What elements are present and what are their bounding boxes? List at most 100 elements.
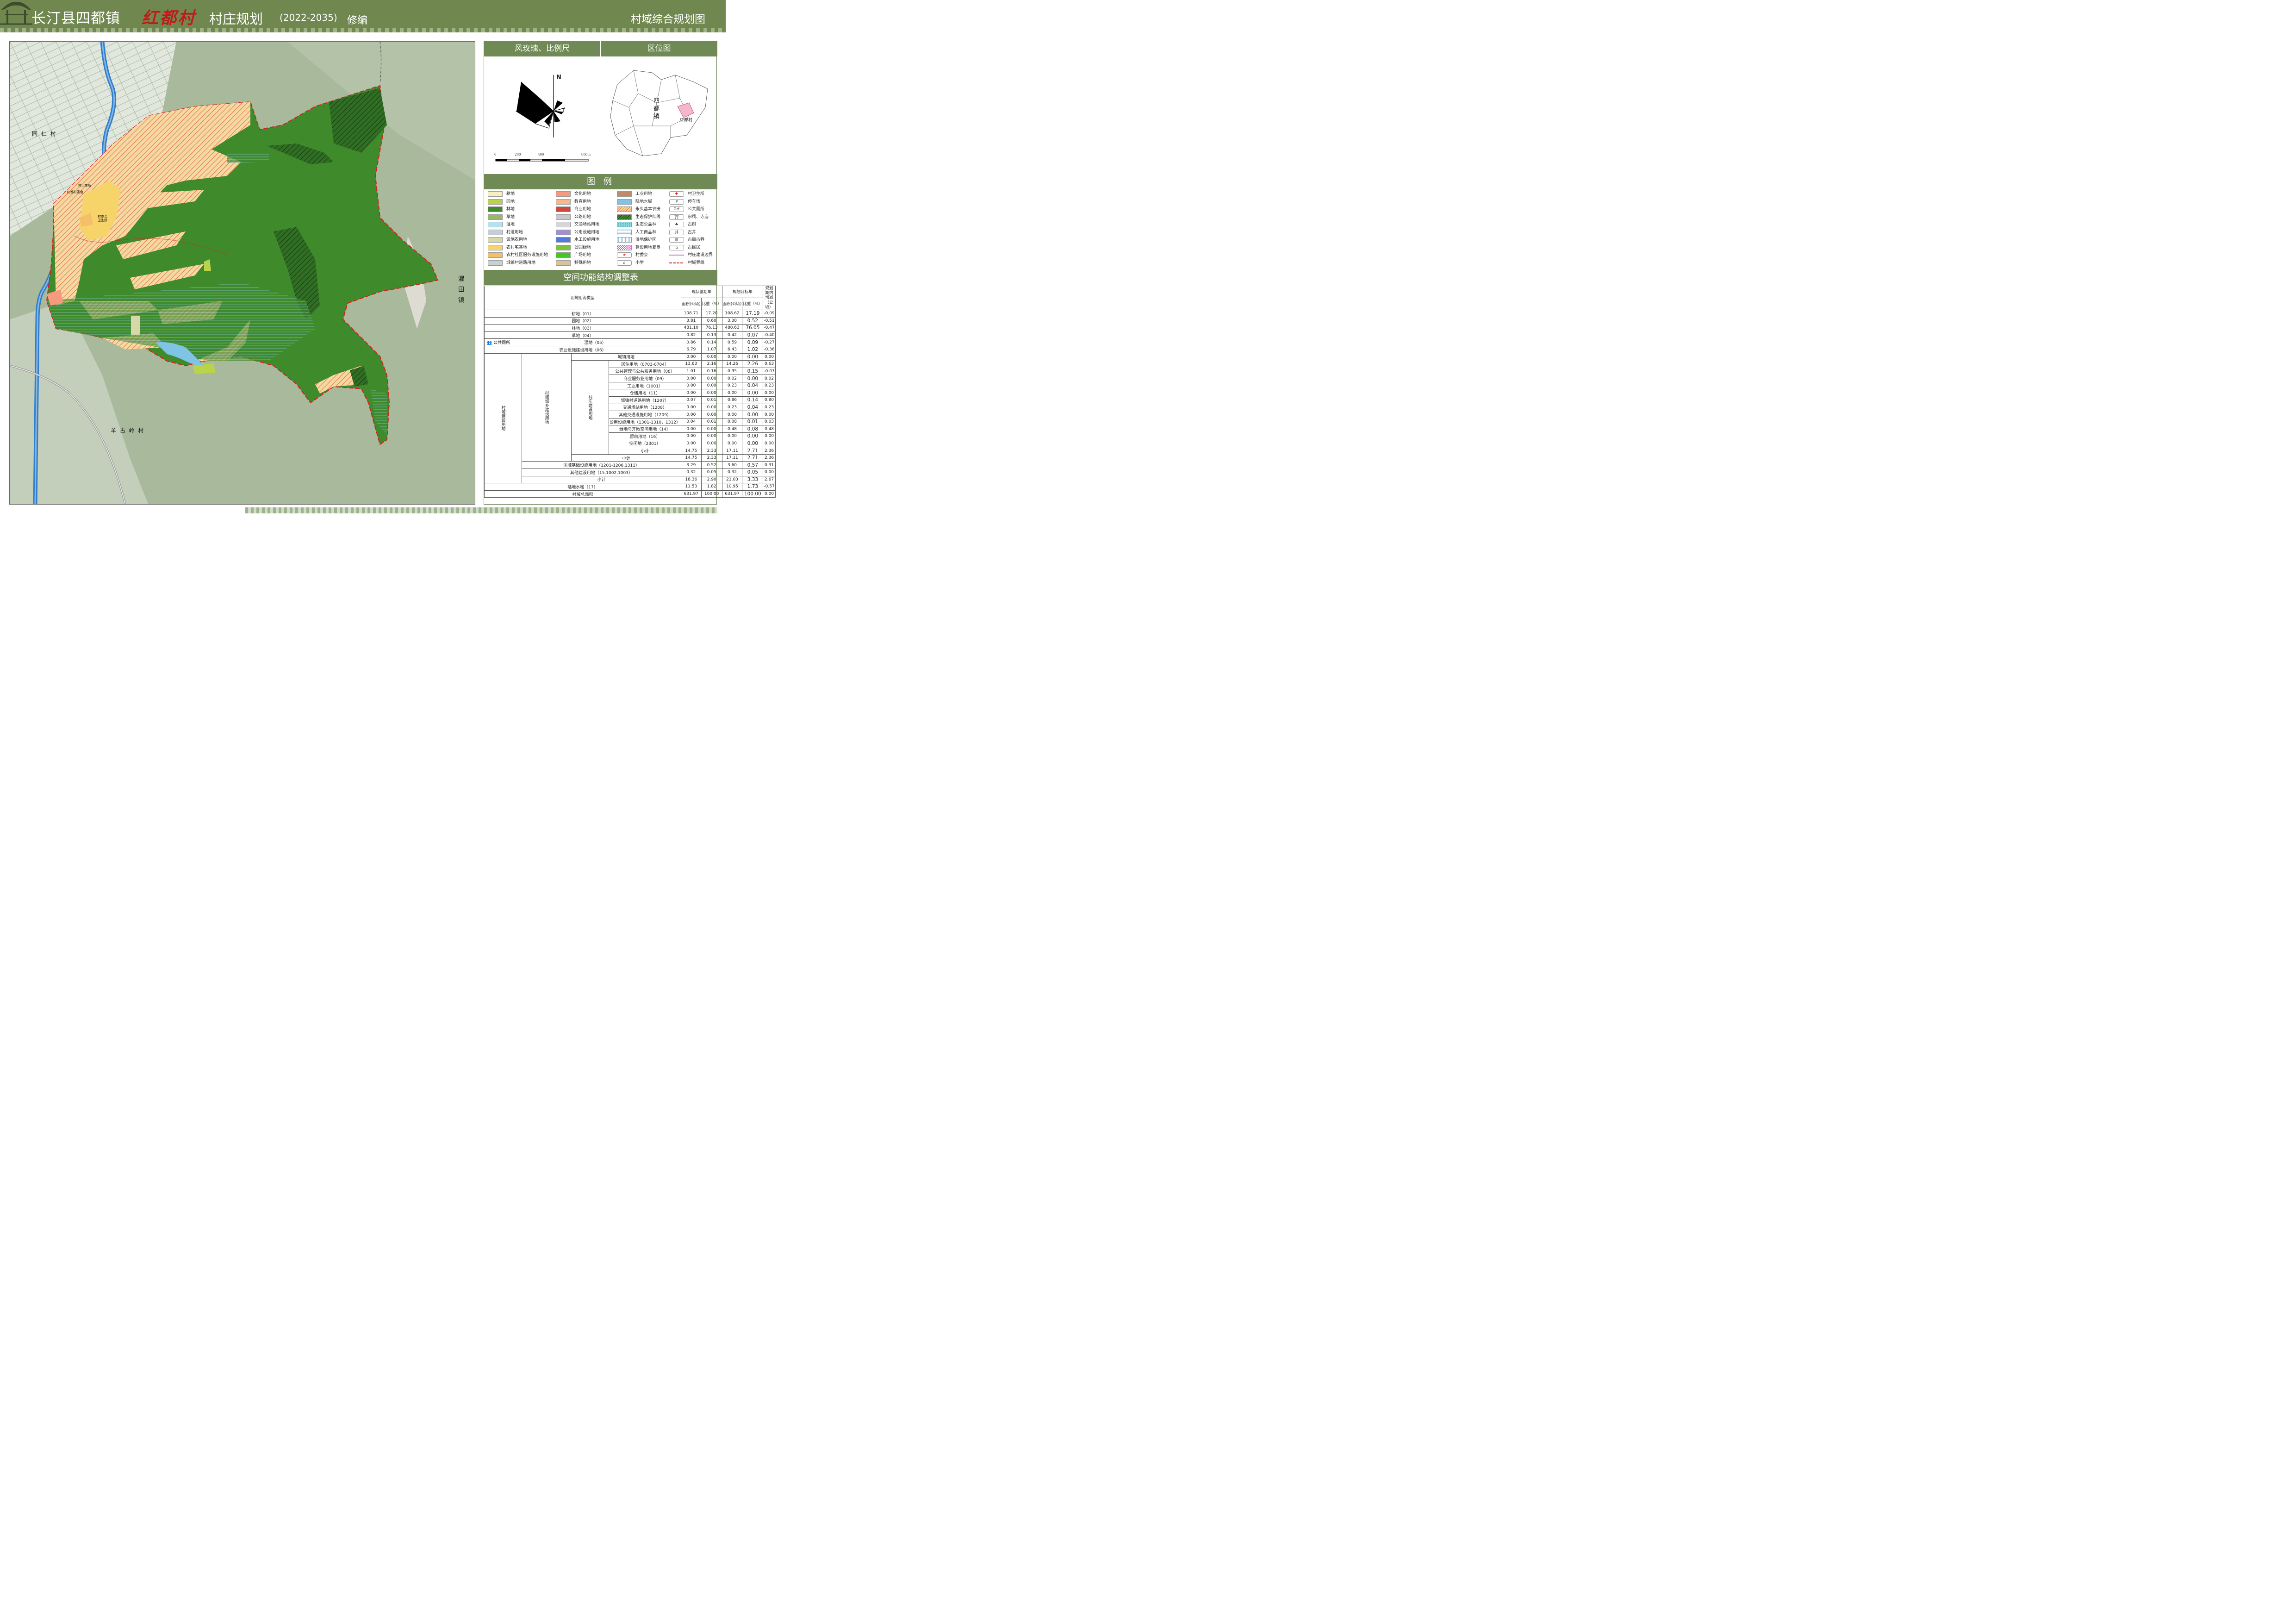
table-cell: 0.00 — [701, 411, 722, 418]
legend-icon-house-icon: ⌂ — [669, 244, 684, 250]
legend-label: 广场用地 — [574, 253, 591, 257]
north-label: N — [556, 74, 561, 81]
table-cell: 0.07 — [742, 331, 764, 339]
legend-label: 陆地水域 — [635, 199, 653, 204]
table-cell: -0.57 — [763, 483, 776, 491]
legend-swatch — [617, 244, 632, 250]
legend-label: 公园绿地 — [574, 245, 591, 250]
col-area-base: 面积(公顷) — [680, 297, 702, 310]
table-cell: 0.00 — [763, 432, 776, 440]
legend-swatch — [617, 191, 632, 197]
table-cell: 3.29 — [680, 461, 702, 469]
table-cell: 0.00 — [680, 375, 702, 382]
row-label: 城镇村道路用地（1207） — [609, 396, 681, 404]
table-cell: 0.23 — [763, 381, 776, 390]
table-cell: 14.75 — [680, 447, 702, 455]
legend-label: 村庄建设边界 — [688, 253, 713, 257]
row-label: 区域基础设施用地（1201-1206,1311） — [522, 461, 681, 469]
legend-label: 建设用地复垦 — [635, 245, 661, 250]
legend-swatch — [556, 229, 571, 235]
col-base: 现状基期年 — [680, 286, 722, 298]
scale-tick-800: 800m — [581, 153, 591, 156]
table-row: 耕地（01） 108.71 17.20 108.62 17.19 -0.09 — [484, 309, 776, 318]
table-cell: 0.32 — [722, 468, 743, 476]
row-label: 其他建设用地（15,1002,1003） — [522, 468, 681, 476]
table-cell: 0.14 — [742, 396, 764, 404]
table-cell: 6.79 — [680, 345, 702, 354]
table-cell: 0.42 — [722, 331, 743, 339]
legend-label: 文化用地 — [574, 192, 591, 196]
table-cell: -0.47 — [763, 324, 776, 332]
table-cell: 14.75 — [680, 454, 702, 462]
table-cell: 0.60 — [701, 317, 722, 325]
row-label: 小计 — [522, 475, 681, 484]
table-cell: 0.08 — [722, 418, 743, 426]
table-cell: 100.00 — [742, 490, 764, 498]
poi-label-clinic: 村卫生所 — [78, 184, 91, 187]
table-cell: 6.43 — [722, 345, 743, 354]
table-cell: 1.07 — [701, 345, 722, 354]
table-row: 区域基础设施用地（1201-1206,1311） 3.29 0.52 3.60 0.57… — [485, 461, 776, 469]
legend-label: 水工设施用地 — [574, 237, 600, 242]
legend-label: 湿地 — [506, 222, 515, 227]
table-cell: 0.86 — [680, 338, 702, 346]
table-cell: 76.05 — [742, 324, 764, 332]
table-cell: 0.04 — [742, 403, 764, 412]
location-title: 区位图 — [601, 41, 717, 56]
table-row: 农业设施建设用地（06） 6.79 1.07 6.43 1.02 -0.36 — [484, 345, 776, 354]
table-cell: 0.13 — [701, 331, 722, 339]
legend-label: 古民居 — [688, 245, 701, 250]
col-type: 用地用海类型 — [484, 286, 681, 310]
village-planning-map[interactable]: 同 仁 村 羊 古 岭 村 濯田镇 村卫生所 红都村委会 村委会 卫生所 — [9, 41, 475, 505]
table-cell: 0.80 — [763, 396, 776, 404]
legend-swatch — [617, 199, 632, 205]
table-row: 村域建设用地 村域城乡建设用地 城镇用地 0.00 0.00 0.00 0.00 0.00 — [484, 353, 776, 484]
table-cell: 0.00 — [701, 403, 722, 412]
table-row: 其他建设用地（15,1002,1003） 0.32 0.05 0.32 0.05 0.00 — [485, 468, 776, 476]
table-cell: 2.90 — [701, 475, 722, 484]
table-cell: 13.63 — [680, 360, 702, 368]
table-cell: 2.71 — [742, 454, 764, 462]
row-label: 公共管理与公共服务用地（08） — [609, 367, 681, 375]
table-cell: 0.00 — [701, 375, 722, 382]
table-cell: 0.57 — [742, 461, 764, 469]
table-cell: 0.63 — [763, 360, 776, 368]
legend-title: 图 例 — [484, 174, 717, 189]
table-cell: 480.63 — [722, 324, 743, 332]
table-cell: 0.23 — [722, 403, 743, 412]
legend-label: 生态公益林 — [635, 222, 657, 227]
legend-label: 公路用地 — [574, 214, 591, 219]
table-cell: 0.00 — [680, 439, 702, 448]
table-cell: 1.82 — [701, 483, 722, 491]
legend-label: 林地 — [506, 207, 515, 212]
table-cell: -0.09 — [763, 309, 776, 318]
table-cell: 0.59 — [722, 338, 743, 346]
table-cell: 1.73 — [742, 483, 764, 491]
legend-swatch — [556, 206, 571, 212]
row-label: 村域建设用地 — [484, 353, 522, 484]
table-cell: 0.04 — [742, 381, 764, 390]
table-title: 空间功能结构调整表 — [484, 270, 717, 285]
col-ratio-base: 比重（%） — [701, 297, 722, 310]
table-cell: 2.33 — [701, 447, 722, 455]
legend-icon-wc-icon: ♀♂ — [669, 206, 684, 212]
legend-label: 交通场站用地 — [574, 222, 600, 227]
legend-label: 古树 — [688, 222, 697, 227]
legend-label: 教育用地 — [574, 199, 591, 204]
table-cell: 0.00 — [701, 432, 722, 440]
row-label: 绿地与开敞空间用地（14） — [609, 425, 681, 433]
table-cell: 3.33 — [742, 475, 764, 484]
table-cell: 1.01 — [680, 367, 702, 375]
legend-swatch — [556, 252, 571, 258]
row-label: 农业设施建设用地（06） — [484, 345, 681, 354]
guantian-town-label: 濯田镇 — [457, 275, 464, 307]
table-cell: 3.60 — [722, 461, 743, 469]
table-cell: 0.82 — [680, 331, 702, 339]
table-cell: 0.00 — [680, 381, 702, 390]
legend-swatch — [488, 229, 503, 235]
table-cell: 0.00 — [722, 389, 743, 397]
table-cell: 0.04 — [680, 418, 702, 426]
table-cell: 0.00 — [722, 432, 743, 440]
legend-label: 园地 — [506, 199, 515, 204]
table-cell: 0.00 — [742, 389, 764, 397]
